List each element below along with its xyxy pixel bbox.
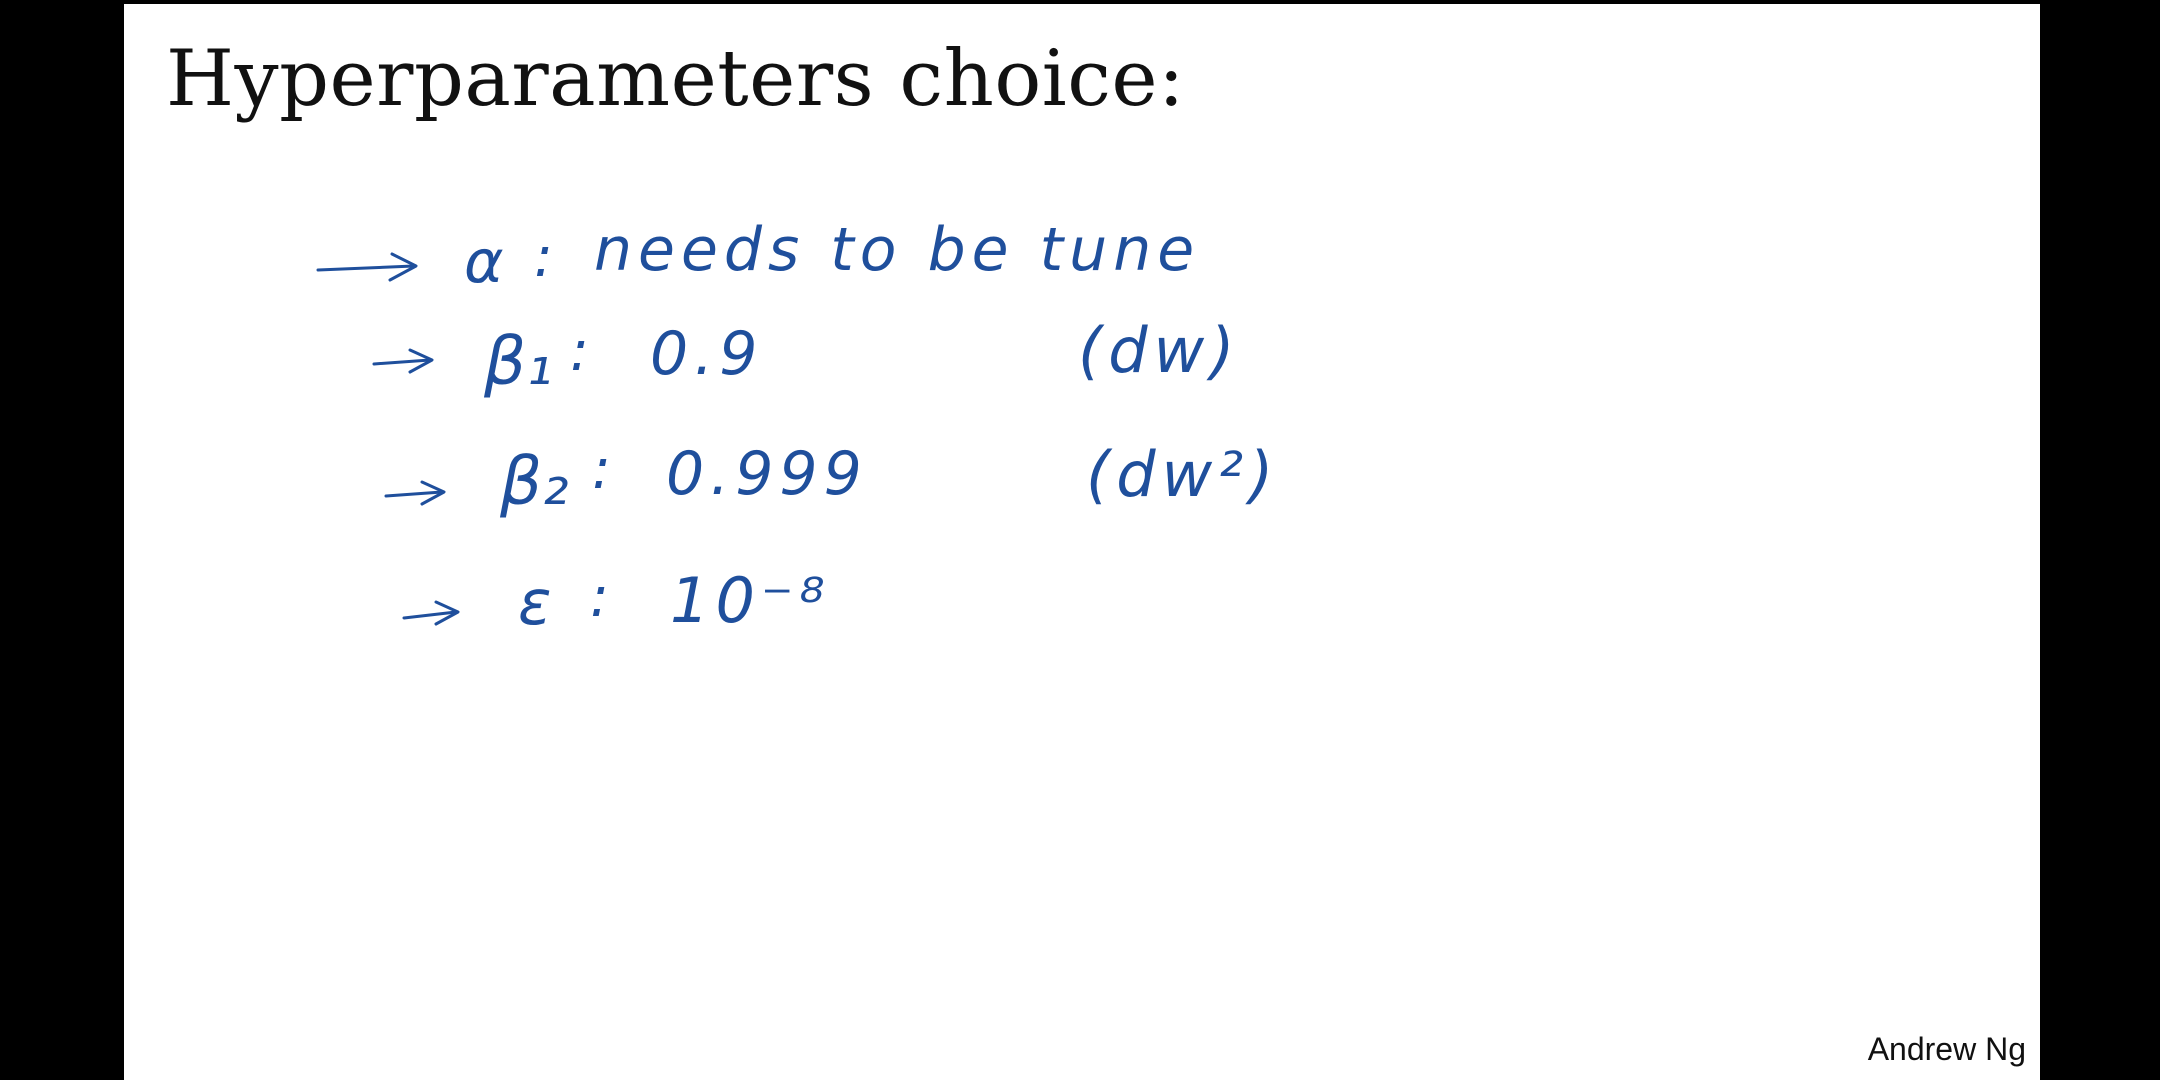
beta2-value: 0.999 — [666, 439, 868, 509]
slide: Hyperparameters choice: α: needs to be … — [124, 4, 2040, 1080]
beta1-colon: : — [570, 319, 589, 384]
beta2-colon: : — [592, 437, 611, 502]
video-frame: Hyperparameters choice: α: needs to be … — [0, 0, 2160, 1080]
arrow-icon — [384, 480, 446, 506]
arrow-icon — [316, 252, 418, 282]
alpha-value: needs to be tune — [594, 215, 1200, 285]
beta2-annotation: (dw²) — [1086, 438, 1279, 511]
alpha-symbol: α — [464, 227, 504, 297]
author-credit: Andrew Ng — [1867, 1031, 2026, 1067]
beta1-annotation: (dw) — [1078, 314, 1240, 387]
alpha-colon: : — [534, 225, 553, 290]
epsilon-symbol: ε — [518, 566, 552, 639]
beta2-symbol: β₂ — [499, 443, 569, 520]
beta1-symbol: β₁ — [483, 323, 553, 400]
epsilon-value: 10⁻⁸ — [670, 564, 830, 637]
beta1-value: 0.9 — [650, 319, 763, 389]
handwritten-notes: α : needs to be tune β₁ : 0.9 (dw) β₂ : … — [316, 215, 1279, 639]
arrow-icon — [402, 600, 460, 626]
epsilon-colon: : — [590, 565, 609, 630]
arrow-icon — [372, 348, 434, 374]
